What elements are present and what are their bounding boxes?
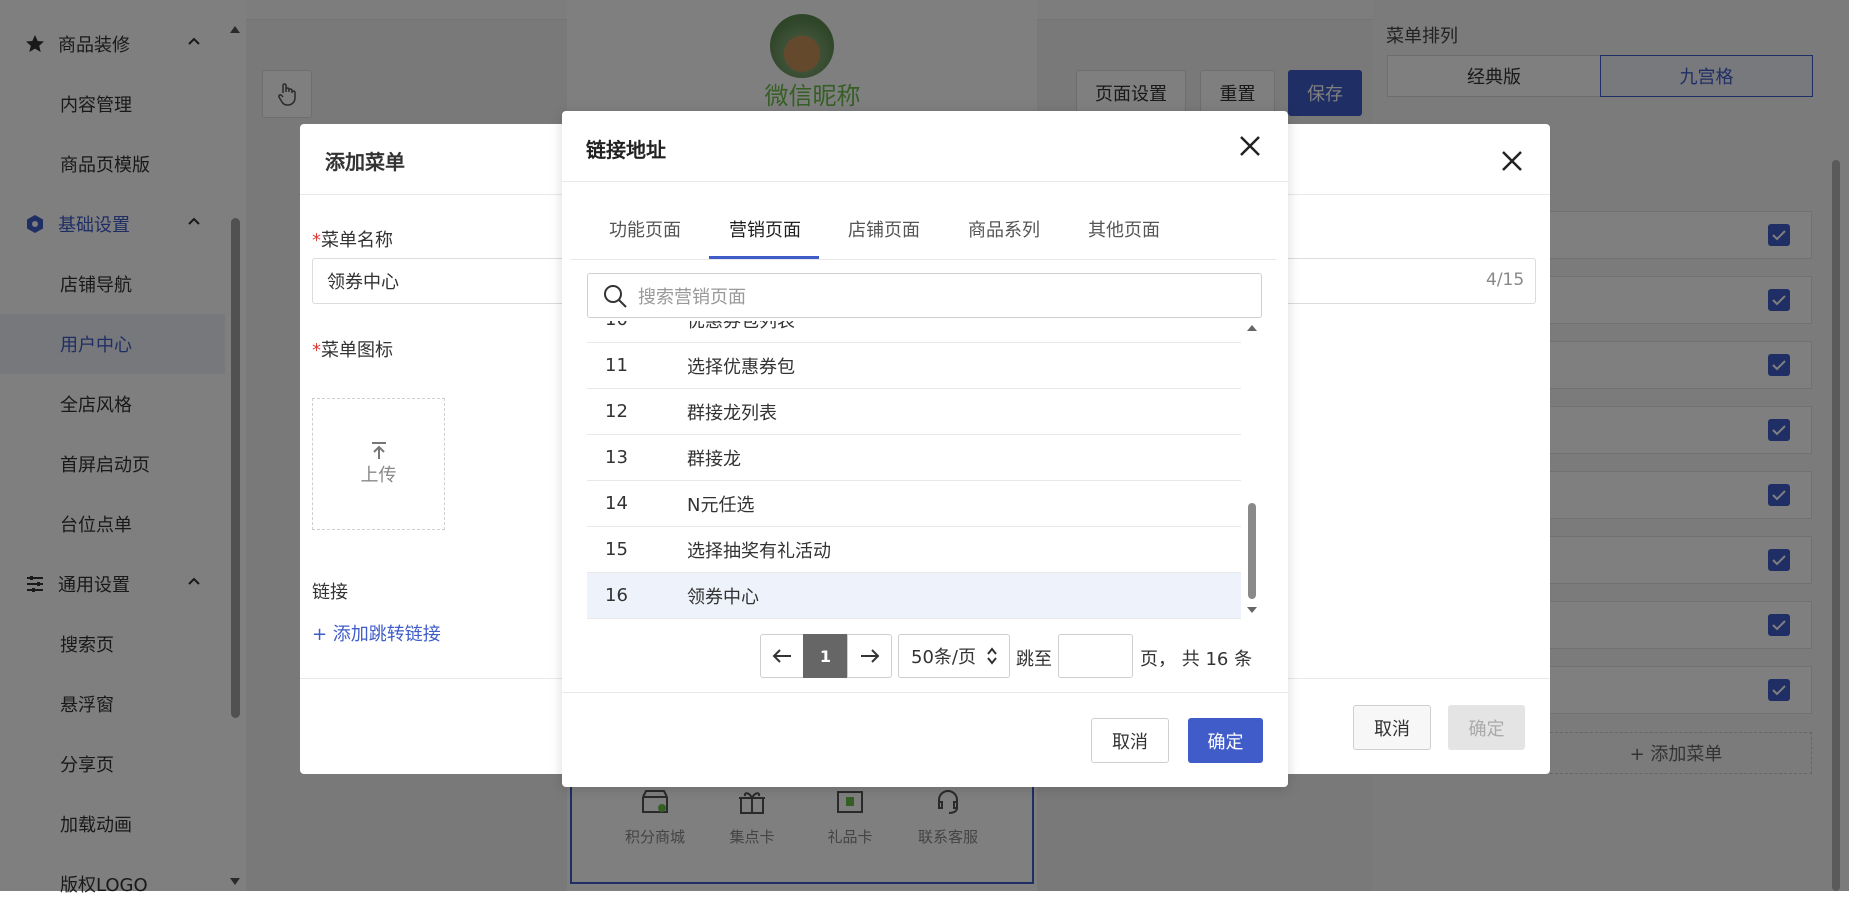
required-mark: * bbox=[312, 340, 321, 361]
required-mark: * bbox=[312, 230, 321, 251]
menu-name-value: 领券中心 bbox=[327, 272, 399, 293]
menu-name-label: *菜单名称 bbox=[312, 226, 393, 252]
char-count: 4/15 bbox=[1486, 270, 1525, 290]
table-scrollbar-thumb[interactable] bbox=[1248, 503, 1256, 599]
row-name: 选择优惠券包 bbox=[687, 356, 795, 378]
add-menu-cancel-button[interactable]: 取消 bbox=[1353, 705, 1431, 750]
page-list-table: 10优惠券包列表 11 选择优惠券包 12 群接龙列表 13 群接龙 14 N元任选 1… bbox=[587, 321, 1241, 620]
tab-product-series[interactable]: 商品系列 bbox=[968, 216, 1040, 242]
add-jump-link[interactable]: + 添加跳转链接 bbox=[312, 620, 441, 646]
tab-marketing-pages[interactable]: 营销页面 bbox=[729, 216, 801, 242]
table-row-selected[interactable]: 16 领券中心 bbox=[587, 573, 1241, 619]
menu-icon-label: *菜单图标 bbox=[312, 336, 393, 362]
divider bbox=[562, 692, 1288, 693]
scroll-up-arrow-icon[interactable] bbox=[1247, 325, 1257, 331]
total-count: 页， 共 16 条 bbox=[1140, 649, 1253, 670]
next-page-button[interactable] bbox=[847, 634, 892, 678]
table-row[interactable]: 14 N元任选 bbox=[587, 481, 1241, 527]
search-input[interactable]: 搜索营销页面 bbox=[587, 273, 1262, 318]
table-row[interactable]: 13 群接龙 bbox=[587, 435, 1241, 481]
tabs-underline bbox=[570, 259, 1276, 260]
link-cancel-button[interactable]: 取消 bbox=[1091, 718, 1169, 763]
row-number: 10 bbox=[587, 321, 687, 330]
menu-name-label-text: 菜单名称 bbox=[321, 230, 393, 251]
tab-other-pages[interactable]: 其他页面 bbox=[1088, 216, 1160, 242]
row-number: 13 bbox=[605, 447, 628, 468]
jump-to-label: 跳至 bbox=[1016, 649, 1052, 670]
scroll-down-arrow-icon[interactable] bbox=[1247, 607, 1257, 613]
row-number: 14 bbox=[605, 493, 628, 514]
current-page-button[interactable]: 1 bbox=[803, 634, 848, 678]
table-row[interactable]: 10优惠券包列表 bbox=[587, 321, 1241, 343]
row-name: 选择抽奖有礼活动 bbox=[687, 540, 831, 562]
tab-store-pages[interactable]: 店铺页面 bbox=[848, 216, 920, 242]
upload-button[interactable]: 上传 bbox=[312, 398, 445, 530]
row-number: 11 bbox=[605, 355, 628, 376]
close-icon[interactable] bbox=[1496, 145, 1528, 177]
search-placeholder: 搜索营销页面 bbox=[638, 286, 746, 308]
row-name: 优惠券包列表 bbox=[687, 321, 795, 332]
table-row[interactable]: 12 群接龙列表 bbox=[587, 389, 1241, 435]
jump-page-input[interactable] bbox=[1058, 634, 1133, 678]
table-row[interactable]: 11 选择优惠券包 bbox=[587, 343, 1241, 389]
active-tab-indicator bbox=[709, 256, 819, 259]
upload-label: 上传 bbox=[360, 465, 397, 486]
arrow-right-icon bbox=[860, 648, 880, 664]
link-confirm-button[interactable]: 确定 bbox=[1188, 718, 1263, 763]
row-name: N元任选 bbox=[687, 494, 755, 516]
link-label: 链接 bbox=[312, 582, 348, 603]
arrow-left-icon bbox=[772, 648, 792, 664]
upload-icon bbox=[370, 441, 388, 461]
row-number: 16 bbox=[605, 585, 628, 606]
tab-function-pages[interactable]: 功能页面 bbox=[609, 216, 681, 242]
add-menu-dialog-title: 添加菜单 bbox=[325, 150, 405, 174]
add-menu-confirm-button[interactable]: 确定 bbox=[1448, 705, 1525, 750]
link-dialog-title: 链接地址 bbox=[586, 138, 666, 162]
menu-icon-label-text: 菜单图标 bbox=[321, 340, 393, 361]
search-icon bbox=[602, 283, 628, 309]
sort-arrows-icon bbox=[987, 647, 997, 665]
close-icon[interactable] bbox=[1234, 130, 1266, 162]
divider bbox=[562, 181, 1288, 182]
row-number: 12 bbox=[605, 401, 628, 422]
row-number: 15 bbox=[605, 539, 628, 560]
prev-page-button[interactable] bbox=[760, 634, 804, 678]
page-size-select[interactable]: 50条/页 bbox=[898, 634, 1010, 678]
table-row[interactable]: 15 选择抽奖有礼活动 bbox=[587, 527, 1241, 573]
row-name: 领券中心 bbox=[687, 586, 759, 608]
row-name: 群接龙列表 bbox=[687, 402, 777, 424]
page-size-value: 50条/页 bbox=[911, 647, 976, 668]
row-name: 群接龙 bbox=[687, 448, 741, 470]
